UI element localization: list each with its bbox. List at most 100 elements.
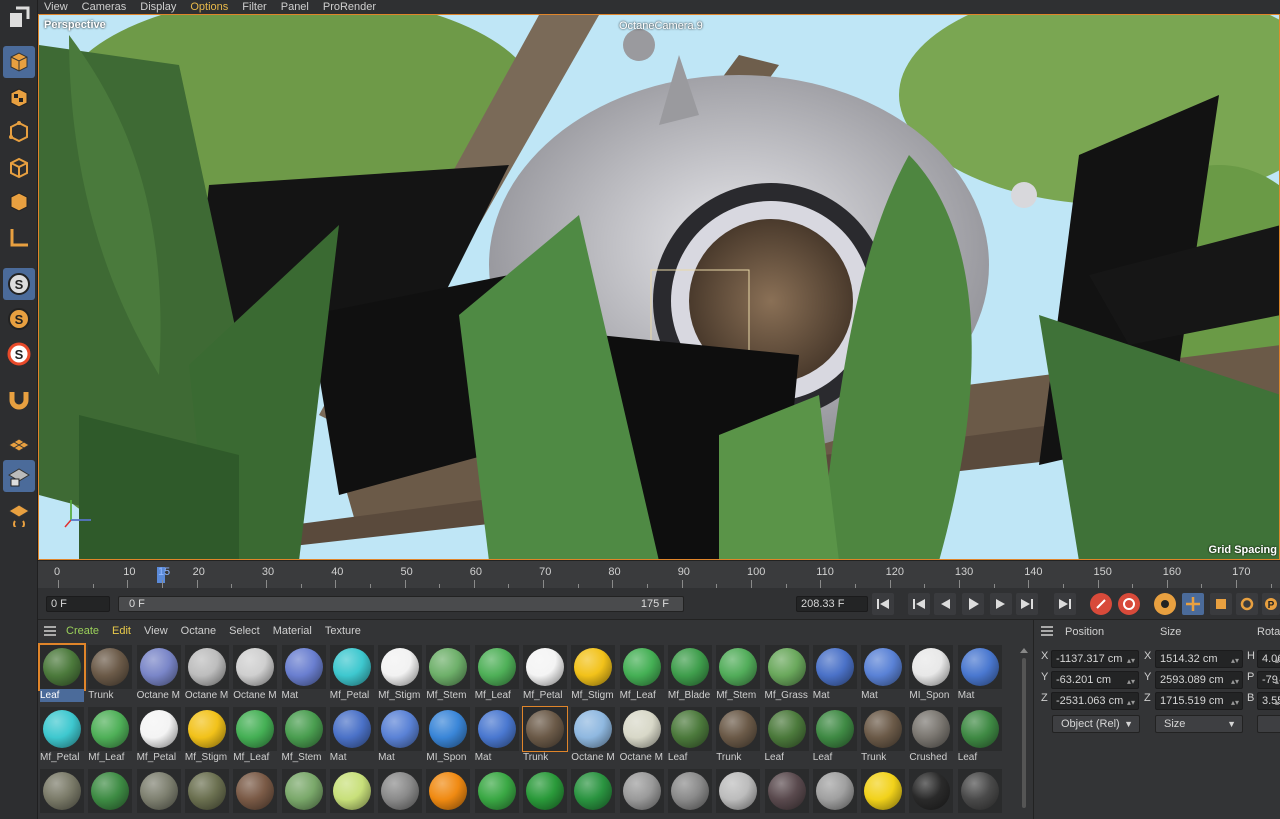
coord-panel-menu-icon[interactable] — [1041, 626, 1053, 636]
material-swatch[interactable]: Mf_Blade — [667, 645, 712, 703]
key-scale-icon[interactable] — [1210, 593, 1232, 615]
key-rotation-icon[interactable] — [1236, 593, 1258, 615]
material-swatch[interactable] — [812, 769, 857, 819]
material-swatch[interactable]: Mf_Stigm — [378, 645, 423, 703]
point-mode-icon[interactable] — [3, 116, 35, 148]
material-swatch[interactable]: Mf_Stem — [281, 707, 326, 765]
material-swatch[interactable] — [281, 769, 326, 819]
magnet-icon[interactable] — [3, 383, 35, 415]
material-swatch[interactable]: Mf_Stem — [716, 645, 761, 703]
material-swatch[interactable] — [184, 769, 229, 819]
material-swatch[interactable] — [619, 769, 664, 819]
mat-menu-texture[interactable]: Texture — [325, 625, 361, 637]
snap-icon[interactable]: S — [3, 268, 35, 300]
material-swatch[interactable] — [571, 769, 616, 819]
key-parameter-icon[interactable]: P — [1262, 593, 1280, 615]
mat-menu-material[interactable]: Material — [273, 625, 312, 637]
axis-mode-icon[interactable] — [3, 222, 35, 254]
menu-prorender[interactable]: ProRender — [323, 0, 376, 14]
prev-frame-icon[interactable] — [934, 593, 956, 615]
planar-workplane-icon[interactable] — [3, 498, 35, 530]
material-swatch[interactable] — [667, 769, 712, 819]
timeline-ruler[interactable]: 0 10 15 20 30 40 50 60 70 80 90 100 110 120 130 140 150 1… — [38, 560, 1280, 588]
rotation-field[interactable]: 3.55▴▾ — [1257, 692, 1280, 710]
mat-menu-select[interactable]: Select — [229, 625, 260, 637]
material-swatch[interactable]: Mf_Petal — [523, 645, 567, 703]
play-icon[interactable] — [962, 593, 984, 615]
material-swatch[interactable] — [426, 769, 471, 819]
material-swatch[interactable]: Leaf — [667, 707, 712, 765]
spinner-icon[interactable]: ▴▾ — [1231, 695, 1239, 709]
start-frame-field[interactable]: 0 F — [46, 596, 110, 612]
material-swatch[interactable]: Mf_Stigm — [571, 645, 616, 703]
material-swatch[interactable]: Octane M — [136, 645, 181, 703]
menu-view[interactable]: View — [44, 0, 68, 14]
material-swatch[interactable]: Crushed — [909, 707, 954, 765]
material-swatch[interactable] — [40, 769, 84, 819]
menu-options[interactable]: Options — [190, 0, 228, 14]
auto-key-icon[interactable] — [1118, 593, 1140, 615]
rotation-field[interactable]: -79▴▾ — [1257, 671, 1280, 689]
material-swatch[interactable]: Mf_Petal — [40, 707, 84, 765]
material-swatch[interactable]: Leaf — [764, 707, 809, 765]
material-swatch[interactable]: Trunk — [861, 707, 906, 765]
material-swatch[interactable]: Trunk — [522, 706, 568, 765]
preview-range-bar[interactable]: 0 F 175 F — [118, 596, 684, 612]
perspective-viewport[interactable]: Perspective OctaneCamera.9 Grid Spacing — [38, 14, 1280, 560]
material-swatch[interactable] — [957, 769, 1002, 819]
material-panel-menu-icon[interactable] — [44, 626, 56, 636]
material-swatch[interactable]: Mat — [378, 707, 423, 765]
material-swatch[interactable]: Trunk — [716, 707, 761, 765]
material-swatch[interactable] — [88, 769, 133, 819]
material-swatch[interactable]: Mf_Stigm — [184, 707, 229, 765]
material-swatch[interactable]: Trunk — [88, 645, 133, 703]
undo-view-icon[interactable] — [3, 2, 35, 34]
spinner-icon[interactable]: ▴▾ — [1231, 674, 1239, 688]
material-swatch[interactable] — [861, 769, 906, 819]
mat-menu-view[interactable]: View — [144, 625, 168, 637]
material-swatch[interactable]: Mf_Leaf — [88, 707, 133, 765]
end-frame-field[interactable]: 208.33 F — [796, 596, 868, 612]
mat-menu-create[interactable]: Create — [66, 625, 99, 637]
goto-end-icon[interactable] — [1054, 593, 1076, 615]
material-swatch[interactable]: Mf_Petal — [329, 645, 374, 703]
apply-dropdown[interactable] — [1257, 715, 1280, 733]
material-swatch[interactable]: Octane M — [233, 645, 278, 703]
spinner-icon[interactable]: ▴▾ — [1127, 653, 1135, 667]
material-swatch[interactable] — [378, 769, 423, 819]
material-swatch[interactable] — [136, 769, 181, 819]
material-swatch[interactable]: Leaf — [38, 643, 86, 703]
snap-settings-icon[interactable]: S — [3, 303, 35, 335]
material-swatch[interactable] — [909, 769, 954, 819]
size-field[interactable]: 1715.519 cm ▴▾ — [1155, 692, 1243, 710]
material-swatch[interactable]: Octane M — [184, 645, 229, 703]
menu-cameras[interactable]: Cameras — [82, 0, 127, 14]
material-swatch[interactable]: MI_Spon — [426, 707, 471, 765]
material-swatch[interactable]: Leaf — [812, 707, 857, 765]
menu-panel[interactable]: Panel — [281, 0, 309, 14]
scroll-thumb[interactable] — [1022, 658, 1026, 808]
spinner-icon[interactable]: ▴▾ — [1127, 674, 1135, 688]
next-key-icon[interactable] — [1016, 593, 1038, 615]
scroll-up-icon[interactable] — [1020, 648, 1028, 653]
material-swatch[interactable]: Mf_Petal — [136, 707, 181, 765]
material-swatch[interactable]: Mf_Leaf — [474, 645, 519, 703]
size-field[interactable]: 1514.32 cm ▴▾ — [1155, 650, 1243, 668]
material-swatch[interactable] — [233, 769, 278, 819]
material-scrollbar[interactable] — [1020, 648, 1028, 816]
material-swatch[interactable] — [329, 769, 374, 819]
spinner-icon[interactable]: ▴▾ — [1275, 674, 1280, 688]
material-swatch[interactable]: Mf_Leaf — [233, 707, 278, 765]
spinner-icon[interactable]: ▴▾ — [1275, 695, 1280, 709]
key-position-icon[interactable] — [1182, 593, 1204, 615]
size-mode-dropdown[interactable]: Size ▼ — [1155, 715, 1243, 733]
mat-menu-octane[interactable]: Octane — [181, 625, 216, 637]
material-swatch[interactable]: Mat — [957, 645, 1002, 703]
edge-mode-icon[interactable] — [3, 152, 35, 184]
material-swatch[interactable]: Mat — [861, 645, 906, 703]
model-mode-icon[interactable] — [3, 46, 35, 78]
material-swatch[interactable]: MI_Spon — [909, 645, 954, 703]
next-frame-icon[interactable] — [990, 593, 1012, 615]
position-field[interactable]: -63.201 cm ▴▾ — [1051, 671, 1139, 689]
material-swatch[interactable] — [764, 769, 809, 819]
